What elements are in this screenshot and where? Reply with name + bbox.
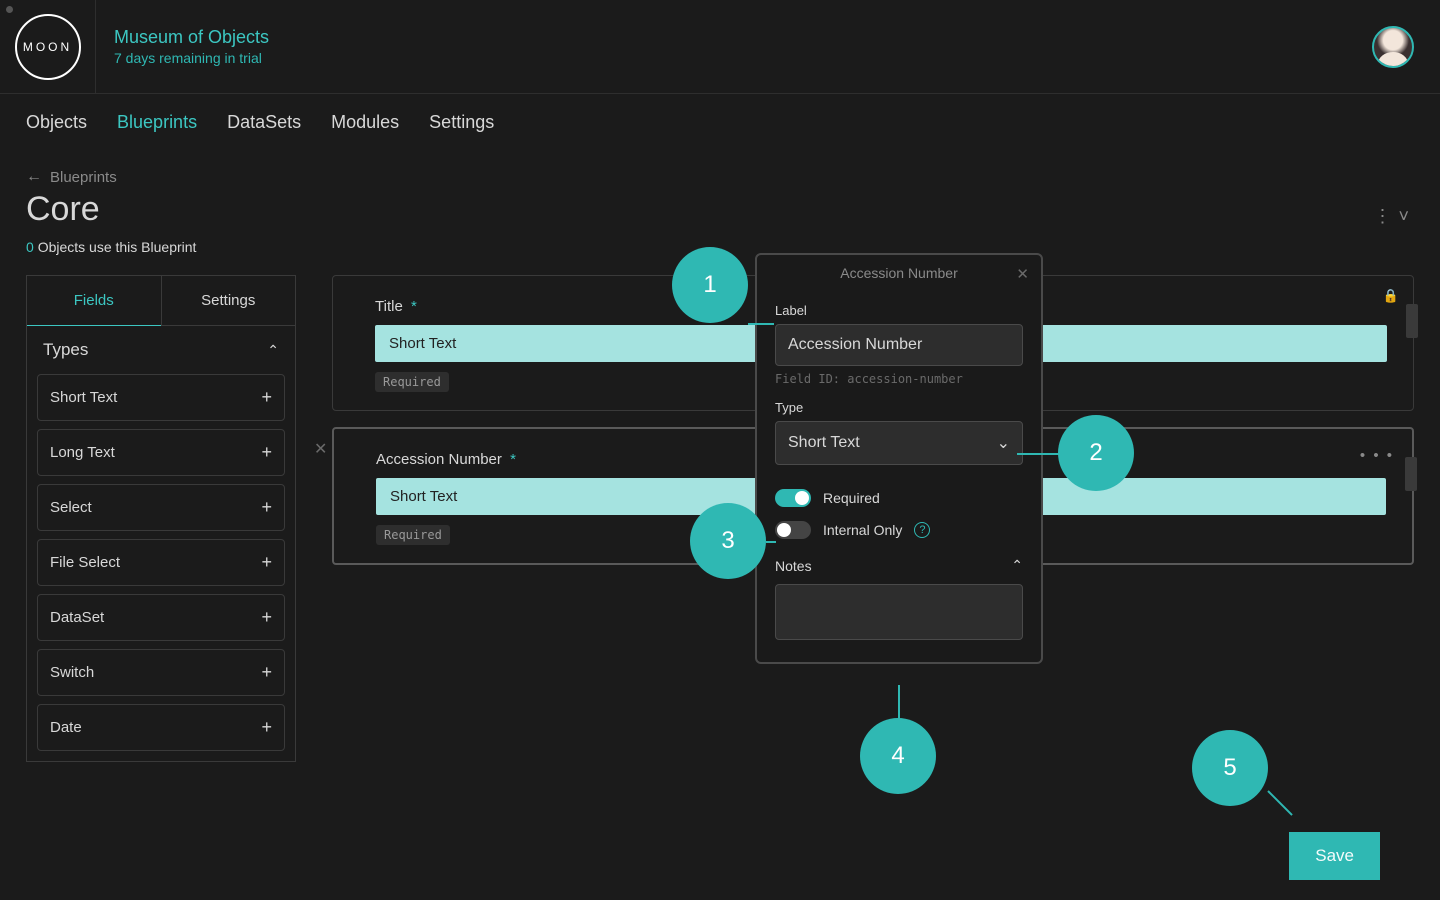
page-title: Core (26, 190, 1414, 229)
type-short-text[interactable]: Short Text + (37, 374, 285, 421)
logo-text: MOON (23, 40, 72, 54)
type-date[interactable]: Date + (37, 704, 285, 751)
type-label: Select (50, 499, 92, 516)
required-row: Required (775, 489, 1023, 507)
annotation-bubble-2: 2 (1058, 415, 1134, 491)
type-label: Switch (50, 664, 94, 681)
type-caption: Type (775, 400, 1023, 415)
type-list: Short Text + Long Text + Select + File Sele… (27, 374, 295, 761)
required-asterisk: * (510, 451, 516, 468)
field-label-text: Accession Number (376, 451, 502, 468)
annotation-connector-4 (898, 685, 900, 719)
plus-icon: + (261, 717, 272, 738)
avatar[interactable] (1372, 26, 1414, 68)
panel-close-icon[interactable]: ✕ (1016, 265, 1029, 283)
type-value: Short Text (788, 434, 860, 452)
usage-text: Objects use this Blueprint (38, 239, 197, 255)
label-input[interactable] (775, 324, 1023, 366)
org-info: Museum of Objects 7 days remaining in tr… (96, 27, 1372, 66)
close-icon[interactable]: ✕ (314, 439, 327, 459)
internal-label: Internal Only (823, 522, 902, 538)
status-dot (6, 6, 13, 13)
type-label: Long Text (50, 444, 115, 461)
plus-icon: + (261, 387, 272, 408)
sidebar-tabs: Fields Settings (26, 275, 296, 326)
plus-icon: + (261, 497, 272, 518)
internal-row: Internal Only ? (775, 521, 1023, 539)
label-caption: Label (775, 303, 1023, 318)
field-tag-required: Required (376, 525, 450, 545)
tab-fields[interactable]: Fields (27, 276, 161, 326)
logo-container: MOON (0, 0, 96, 94)
panel-header: Accession Number ✕ (757, 255, 1041, 291)
usage-count: 0 (26, 239, 34, 255)
nav-blueprints[interactable]: Blueprints (117, 112, 197, 133)
lock-icon: 🔒 (1383, 288, 1399, 304)
type-label: Date (50, 719, 82, 736)
chevron-down-icon: ⌄ (997, 433, 1010, 453)
notes-textarea[interactable] (775, 584, 1023, 640)
type-label: DataSet (50, 609, 104, 626)
required-label: Required (823, 490, 880, 506)
plus-icon: + (261, 662, 272, 683)
notes-header[interactable]: Notes ⌃ (775, 557, 1023, 574)
help-icon[interactable]: ? (914, 522, 930, 538)
panel-title: Accession Number (840, 265, 958, 281)
types-title: Types (43, 340, 88, 360)
plus-icon: + (261, 442, 272, 463)
field-label-text: Title (375, 298, 403, 315)
notes-label: Notes (775, 558, 812, 574)
types-header[interactable]: Types ⌃ (27, 326, 295, 374)
nav-objects[interactable]: Objects (26, 112, 87, 133)
app-logo[interactable]: MOON (15, 14, 81, 80)
trial-status: 7 days remaining in trial (114, 50, 1372, 66)
type-long-text[interactable]: Long Text + (37, 429, 285, 476)
annotation-connector-2 (1017, 453, 1059, 455)
required-asterisk: * (411, 298, 417, 315)
type-switch[interactable]: Switch + (37, 649, 285, 696)
type-label: Short Text (50, 389, 117, 406)
sidebar: Fields Settings Types ⌃ Short Text + Long… (26, 275, 296, 762)
types-panel: Types ⌃ Short Text + Long Text + Select + F… (26, 326, 296, 762)
breadcrumb-label: Blueprints (50, 169, 117, 186)
field-settings-panel: Accession Number ✕ Label Field ID: acces… (755, 253, 1043, 664)
chevron-up-icon: ⌃ (267, 342, 279, 359)
drag-handle[interactable] (1406, 304, 1418, 338)
annotation-bubble-4: 4 (860, 718, 936, 794)
content-area: ← Blueprints Core ⋮ ˅ 0 Objects use this… (0, 150, 1440, 762)
drag-handle[interactable] (1405, 457, 1417, 491)
type-label: File Select (50, 554, 120, 571)
chevron-up-icon: ⌃ (1011, 557, 1023, 574)
arrow-left-icon: ← (26, 168, 42, 186)
nav-settings[interactable]: Settings (429, 112, 494, 133)
page-more-menu[interactable]: ⋮ ˅ (1373, 206, 1410, 227)
annotation-bubble-5: 5 (1192, 730, 1268, 806)
annotation-bubble-1: 1 (672, 247, 748, 323)
annotation-connector-3 (766, 541, 776, 543)
type-file-select[interactable]: File Select + (37, 539, 285, 586)
org-name[interactable]: Museum of Objects (114, 27, 1372, 48)
annotation-connector-1 (748, 323, 774, 325)
field-id-hint: Field ID: accession-number (775, 372, 1023, 386)
breadcrumb-back[interactable]: ← Blueprints (26, 168, 1414, 186)
type-dataset[interactable]: DataSet + (37, 594, 285, 641)
card-more-icon[interactable]: • • • (1360, 447, 1394, 464)
main-nav: Objects Blueprints DataSets Modules Sett… (0, 94, 1440, 150)
required-toggle[interactable] (775, 489, 811, 507)
field-tag-required: Required (375, 372, 449, 392)
nav-modules[interactable]: Modules (331, 112, 399, 133)
plus-icon: + (261, 607, 272, 628)
internal-toggle[interactable] (775, 521, 811, 539)
plus-icon: + (261, 552, 272, 573)
save-button[interactable]: Save (1289, 832, 1380, 880)
type-select[interactable]: Short Text ⌄ (775, 421, 1023, 465)
annotation-bubble-3: 3 (690, 503, 766, 579)
top-header: MOON Museum of Objects 7 days remaining … (0, 0, 1440, 94)
nav-datasets[interactable]: DataSets (227, 112, 301, 133)
tab-settings[interactable]: Settings (161, 276, 296, 326)
annotation-connector-5 (1267, 790, 1292, 815)
type-select[interactable]: Select + (37, 484, 285, 531)
